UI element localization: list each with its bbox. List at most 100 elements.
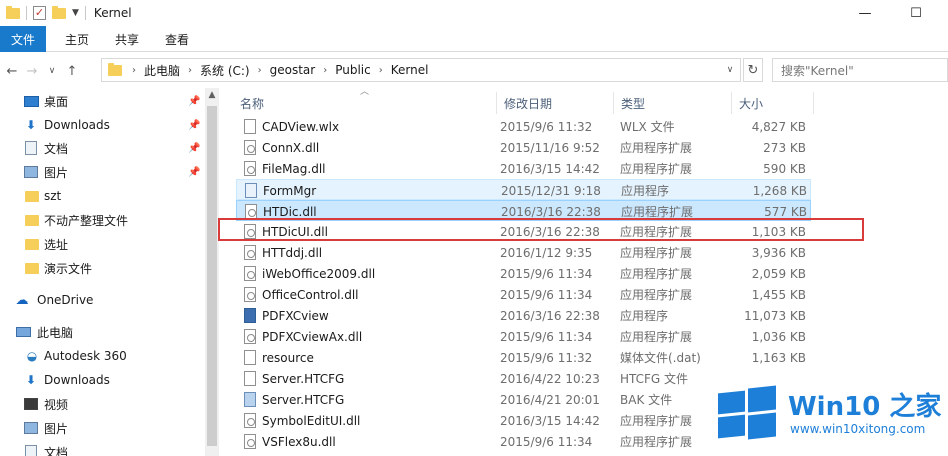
sidebar-item-autodesk-360[interactable]: ◒ Autodesk 360	[0, 345, 205, 367]
sidebar-item-site-selection[interactable]: 选址	[0, 233, 205, 255]
chevron-down-icon[interactable]: ∨	[720, 59, 740, 81]
recent-locations-icon[interactable]: ∨	[42, 60, 62, 82]
sidebar-item-label: 演示文件	[44, 261, 93, 276]
address-bar[interactable]: › 此电脑 › 系统 (C:) › geostar › Public › Ker…	[101, 58, 741, 82]
file-name: OfficeControl.dll	[262, 287, 359, 302]
file-date: 2016/3/15 14:42	[500, 413, 600, 428]
download-icon: ⬇	[25, 118, 37, 132]
dll-file-icon	[244, 266, 256, 281]
file-row[interactable]: HTTddj.dll 2016/1/12 9:35 应用程序扩展 3,936 K…	[236, 242, 811, 263]
scrollbar-thumb[interactable]	[207, 106, 217, 446]
customize-quick-access-icon[interactable]: ▼	[72, 8, 79, 18]
pin-icon[interactable]: 📌	[188, 143, 200, 154]
tab-view[interactable]: 查看	[152, 26, 202, 52]
file-icon	[244, 371, 256, 386]
maximize-button[interactable]: ☐	[893, 0, 939, 26]
chevron-right-icon[interactable]: ›	[379, 65, 383, 76]
chevron-right-icon[interactable]: ›	[258, 65, 262, 76]
dll-file-icon	[245, 204, 257, 219]
minimize-button[interactable]: —	[842, 0, 888, 26]
new-folder-icon[interactable]	[52, 5, 66, 19]
file-date: 2015/9/6 11:34	[500, 434, 593, 449]
sidebar-item-label: 图片	[44, 165, 69, 180]
sidebar-item-videos[interactable]: 视频	[0, 393, 205, 415]
forward-arrow-icon[interactable]: →	[22, 60, 42, 82]
ribbon-tabs: 文件 主页 共享 查看	[0, 26, 948, 52]
tab-file[interactable]: 文件	[0, 26, 46, 52]
sidebar-item-label: 文档	[44, 141, 69, 156]
properties-icon[interactable]: ✓	[33, 6, 46, 20]
up-arrow-icon[interactable]: ↑	[62, 60, 82, 82]
file-type: 应用程序扩展	[620, 141, 693, 155]
chevron-right-icon[interactable]: ›	[323, 65, 327, 76]
sidebar-item-desktop[interactable]: 桌面 📌	[0, 90, 205, 112]
file-type: 应用程序扩展	[620, 330, 693, 344]
pin-icon[interactable]: 📌	[188, 96, 200, 107]
file-row[interactable]: PDFXCview 2016/3/16 22:38 应用程序 11,073 KB	[236, 305, 811, 326]
file-row[interactable]: ConnX.dll 2015/11/16 9:52 应用程序扩展 273 KB	[236, 137, 811, 158]
file-size: 1,036 KB	[751, 329, 806, 344]
navigation-pane-scrollbar[interactable]: ▲	[205, 88, 219, 456]
onedrive-cloud-icon: ☁	[15, 292, 29, 308]
sidebar-item-label: OneDrive	[37, 293, 94, 307]
title-bar: ✓ ▼ Kernel — ☐	[0, 0, 948, 26]
file-row[interactable]: FormMgr 2015/12/31 9:18 应用程序 1,268 KB	[236, 179, 811, 200]
navigation-bar: ← → ∨ ↑ › 此电脑 › 系统 (C:) › geostar › Publ…	[0, 57, 948, 85]
column-header-type[interactable]: 类型	[613, 92, 731, 114]
file-size: 1,455 KB	[751, 287, 806, 302]
breadcrumb-geostar[interactable]: geostar	[270, 63, 316, 77]
sidebar-item-this-pc[interactable]: 此电脑	[0, 321, 205, 343]
file-date: 2016/3/15 14:42	[500, 161, 600, 176]
sidebar-item-downloads[interactable]: ⬇ Downloads 📌	[0, 114, 205, 136]
pin-icon[interactable]: 📌	[188, 120, 200, 131]
sidebar-item-onedrive[interactable]: ☁ OneDrive	[0, 289, 205, 311]
column-divider[interactable]	[813, 92, 814, 114]
breadcrumb-public[interactable]: Public	[335, 63, 371, 77]
folder-icon	[25, 238, 39, 250]
column-header-name[interactable]: 名称	[232, 92, 496, 114]
sidebar-item-documents-pc[interactable]: 文档	[0, 441, 205, 456]
file-name: CADView.wlx	[262, 119, 340, 134]
column-header-date[interactable]: 修改日期	[496, 92, 614, 114]
file-row[interactable]: resource 2015/9/6 11:32 媒体文件(.dat) 1,163…	[236, 347, 811, 368]
file-row[interactable]: CADView.wlx 2015/9/6 11:32 WLX 文件 4,827 …	[236, 116, 811, 137]
tab-home[interactable]: 主页	[52, 26, 102, 52]
divider	[84, 6, 86, 20]
breadcrumb-kernel[interactable]: Kernel	[391, 63, 429, 77]
file-type: WLX 文件	[620, 120, 675, 134]
file-row[interactable]: FileMag.dll 2016/3/15 14:42 应用程序扩展 590 K…	[236, 158, 811, 179]
bak-file-icon	[244, 392, 256, 407]
scroll-up-icon[interactable]: ▲	[205, 90, 219, 102]
document-icon	[25, 141, 37, 155]
divider	[26, 6, 27, 20]
column-header-size[interactable]: 大小	[731, 92, 813, 114]
sidebar-item-pictures-pc[interactable]: 图片	[0, 417, 205, 439]
chevron-right-icon[interactable]: ›	[188, 65, 192, 76]
tab-share[interactable]: 共享	[102, 26, 152, 52]
breadcrumb-system-c[interactable]: 系统 (C:)	[200, 62, 250, 79]
sidebar-item-label: Downloads	[44, 373, 110, 387]
sidebar-item-property-files[interactable]: 不动产整理文件	[0, 209, 205, 231]
file-size: 273 KB	[763, 140, 806, 155]
sidebar-item-documents[interactable]: 文档 📌	[0, 137, 205, 159]
sidebar-item-pictures[interactable]: 图片 📌	[0, 161, 205, 183]
sidebar-item-demo-files[interactable]: 演示文件	[0, 257, 205, 279]
breadcrumb-this-pc[interactable]: 此电脑	[144, 62, 180, 79]
file-row[interactable]: PDFXCviewAx.dll 2015/9/6 11:34 应用程序扩展 1,…	[236, 326, 811, 347]
sidebar-item-label: Downloads	[44, 118, 110, 132]
pin-icon[interactable]: 📌	[188, 167, 200, 178]
back-arrow-icon[interactable]: ←	[2, 60, 22, 82]
chevron-right-icon[interactable]: ›	[132, 65, 136, 76]
sidebar-item-szt[interactable]: szt	[0, 185, 205, 207]
file-date: 2016/1/12 9:35	[500, 245, 593, 260]
file-type: HTCFG 文件	[620, 372, 689, 386]
refresh-icon[interactable]: ↻	[743, 58, 763, 82]
quick-access-toolbar: ✓ ▼	[0, 5, 86, 20]
search-input[interactable]: 搜索"Kernel"	[772, 58, 948, 82]
file-row[interactable]: iWebOffice2009.dll 2015/9/6 11:34 应用程序扩展…	[236, 263, 811, 284]
file-type: 应用程序	[621, 184, 670, 198]
sidebar-item-downloads-pc[interactable]: ⬇ Downloads	[0, 369, 205, 391]
file-row[interactable]: OfficeControl.dll 2015/9/6 11:34 应用程序扩展 …	[236, 284, 811, 305]
sidebar-item-label: 选址	[44, 237, 69, 252]
document-icon	[25, 445, 37, 456]
